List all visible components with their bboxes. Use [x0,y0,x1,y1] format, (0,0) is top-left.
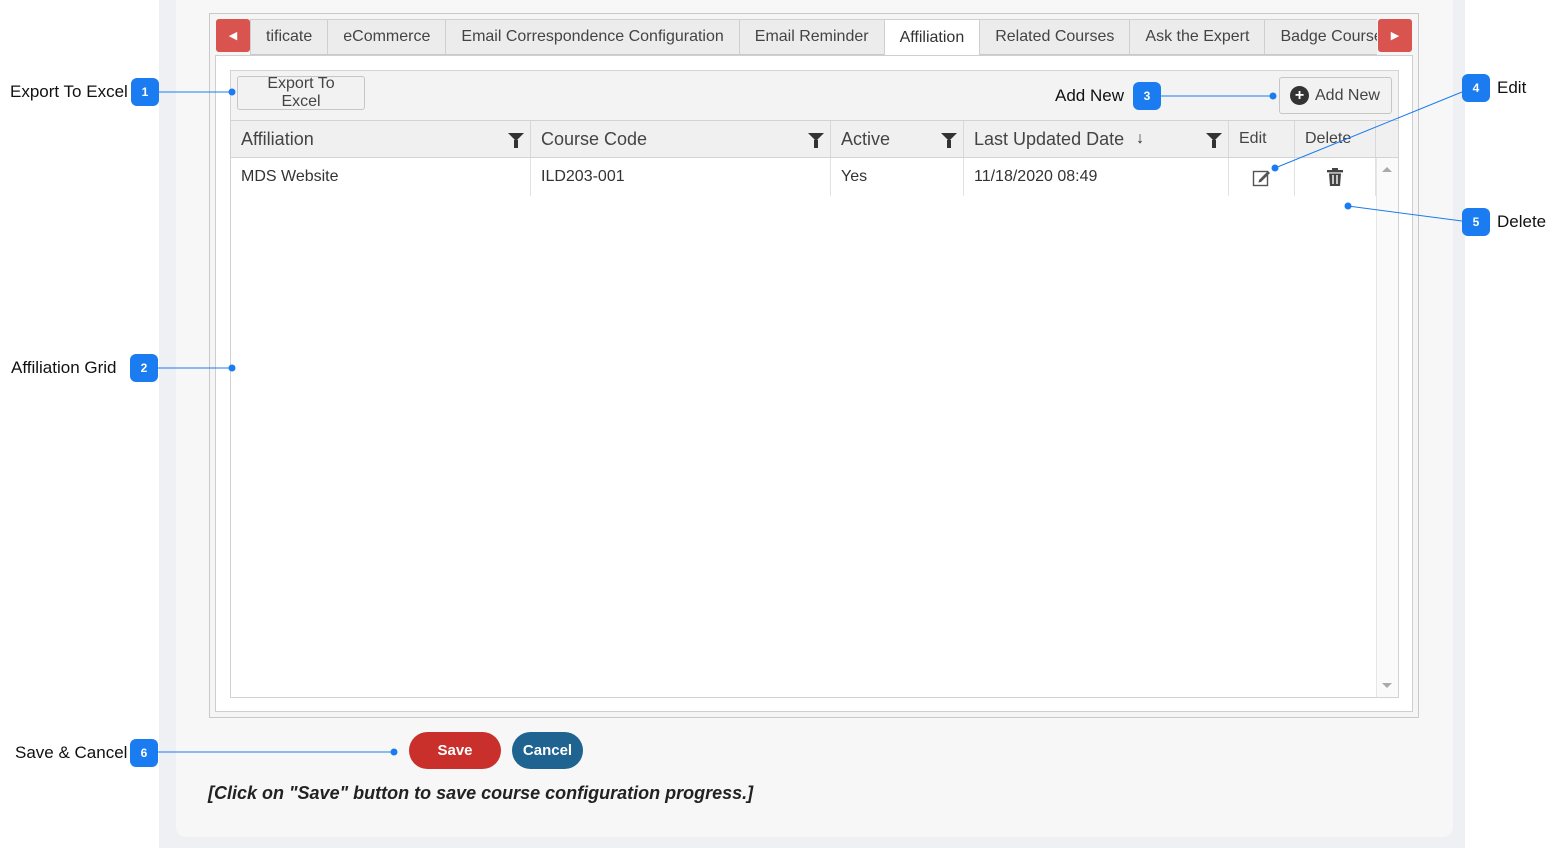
filter-icon[interactable] [808,133,824,148]
edit-icon[interactable] [1252,167,1272,187]
grid-header: Affiliation Course Code Active Last Upda… [231,121,1376,158]
column-header-course-code[interactable]: Course Code [531,121,831,157]
column-header-delete: Delete [1295,121,1376,157]
cell-active: Yes [831,158,964,196]
sort-descending-icon: ↓ [1136,130,1145,147]
annotation-badge-6: 6 [130,739,158,767]
annotation-label-1: Export To Excel [10,82,128,101]
cell-affiliation: MDS Website [231,158,531,196]
export-to-excel-button[interactable]: Export To Excel [237,75,365,110]
annotation-badge-3: 3 [1133,82,1161,110]
tab-scroll-right-button[interactable]: ▶ [1378,19,1412,52]
annotation-label-3: Add New [1055,86,1124,105]
tab-email-correspondence-configuration[interactable]: Email Correspondence Configuration [445,19,740,55]
column-label: Last Updated Date [974,128,1125,149]
tab-strip: tificate eCommerce Email Correspondence … [250,19,1377,56]
annotation-badge-5: 5 [1462,208,1490,236]
tab-related-courses[interactable]: Related Courses [979,19,1131,55]
scroll-down-icon[interactable] [1382,683,1392,688]
column-header-edit: Edit [1229,121,1295,157]
scroll-up-icon[interactable] [1382,167,1392,172]
cell-edit [1229,158,1295,196]
annotation-badge-2: 2 [130,354,158,382]
tab-ask-the-expert[interactable]: Ask the Expert [1129,19,1266,55]
column-label: Course Code [541,128,648,149]
caret-left-icon: ◀ [228,30,238,42]
cell-course-code: ILD203-001 [531,158,831,196]
filter-icon[interactable] [941,133,957,148]
column-label: Active [841,128,891,149]
annotation-label-4: Edit [1497,78,1527,97]
header-scroll-corner [1376,121,1398,158]
cell-delete [1295,158,1376,196]
annotation-badge-4: 4 [1462,74,1490,102]
tab-scroll-left-button[interactable]: ◀ [216,19,250,52]
caret-right-icon: ▶ [1390,30,1400,42]
affiliation-grid: Export To Excel + Add New Affiliation Co… [230,70,1399,698]
tab-affiliation[interactable]: Affiliation [883,19,981,56]
filter-icon[interactable] [508,133,524,148]
grid-vertical-scrollbar[interactable] [1376,158,1398,697]
save-instruction-note: [Click on "Save" button to save course c… [208,783,754,803]
annotation-label-6: Save & Cancel [15,743,128,762]
plus-circle-icon: + [1290,86,1309,105]
save-button[interactable]: Save [409,732,501,769]
column-label: Edit [1239,130,1267,147]
annotation-badge-1: 1 [131,78,159,106]
column-header-active[interactable]: Active [831,121,964,157]
column-label: Delete [1305,130,1352,147]
tab-email-reminder[interactable]: Email Reminder [738,19,885,55]
tab-badge-course[interactable]: Badge Course Ma [1264,19,1377,55]
cancel-button[interactable]: Cancel [512,732,583,769]
filter-icon[interactable] [1206,133,1222,148]
table-row[interactable]: MDS Website ILD203-001 Yes 11/18/2020 08… [231,158,1376,196]
add-new-button[interactable]: + Add New [1279,77,1392,114]
trash-icon[interactable] [1326,167,1344,187]
annotation-label-5: Delete [1497,212,1547,231]
tab-certificate[interactable]: tificate [250,19,329,55]
annotation-label-2: Affiliation Grid [11,358,117,377]
tab-ecommerce[interactable]: eCommerce [327,19,447,55]
column-label: Affiliation [241,128,314,149]
add-new-label: Add New [1315,86,1380,104]
grid-toolbar: Export To Excel + Add New [231,71,1398,121]
column-header-last-updated-date[interactable]: Last Updated Date ↓ [964,121,1229,157]
column-header-affiliation[interactable]: Affiliation [231,121,531,157]
cell-last-updated: 11/18/2020 08:49 [964,158,1229,196]
